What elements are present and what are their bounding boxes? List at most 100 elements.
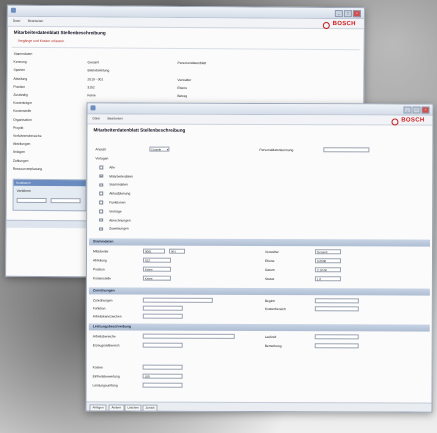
field-input[interactable]: 1.0	[314, 276, 341, 282]
row-value: Gesamt	[87, 60, 100, 65]
field-input[interactable]: Keine	[142, 275, 171, 281]
personnel-id-label: Personaldatenkennung	[259, 147, 294, 153]
filter-checkbox[interactable]	[99, 191, 103, 196]
row-label: Sparten	[13, 68, 26, 73]
row-label: Zahlungen	[12, 158, 29, 163]
row-label: Organisation	[13, 117, 32, 122]
filter-checkbox[interactable]	[99, 218, 103, 222]
field-input[interactable]	[142, 305, 183, 311]
field-input[interactable]	[314, 306, 359, 312]
field-label: Bemerkung	[264, 344, 282, 349]
app-icon	[90, 105, 96, 111]
side-panel-field-2[interactable]	[50, 198, 81, 204]
window-controls: _ □ ×	[334, 10, 361, 18]
field-label: Zuordnungen	[92, 298, 113, 303]
delete-button[interactable]: Löschen	[124, 404, 142, 412]
row-value: 2019 - 001	[87, 76, 104, 82]
menu-edit[interactable]: Bearbeiten	[26, 19, 45, 24]
field-input[interactable]: 0001	[143, 248, 166, 254]
view-select[interactable]: Einzeln	[149, 146, 170, 152]
filter-label: Mitarbeiterdaten	[109, 174, 134, 179]
side-panel: Funktionen Verfahren	[12, 178, 87, 212]
row-value: Personendatenblatt	[177, 61, 207, 66]
field-label: Funktion	[92, 306, 106, 311]
section-header-master-data: Stammdaten	[89, 238, 431, 247]
row-label: Anlagen	[12, 150, 26, 155]
menu-file[interactable]: Datei	[90, 116, 101, 121]
field-input[interactable]: Gesamt	[315, 249, 342, 255]
filter-checkbox[interactable]	[99, 209, 103, 214]
filter-label: Ablaufplanung	[109, 191, 131, 196]
row-value: Betriebsleitung	[87, 68, 110, 73]
bosch-logo-icon	[322, 21, 330, 30]
minimize-button[interactable]: _	[334, 10, 343, 18]
back-button[interactable]: Zurück	[142, 404, 158, 412]
field-label: Mitarbeiter	[93, 249, 109, 254]
edit-button[interactable]: Ändern	[108, 403, 125, 412]
filter-checkbox[interactable]: ×	[99, 174, 103, 178]
row-value: 3152	[87, 85, 95, 90]
status-bar: Anlegen Ändern Löschen Zurück	[86, 401, 432, 412]
field-input[interactable]	[142, 313, 183, 319]
row-label: Zuständig	[13, 92, 28, 97]
row-label: Ressourcenplanung	[12, 166, 43, 171]
minimize-button[interactable]: _	[403, 106, 412, 114]
side-panel-item[interactable]: Verfahren	[17, 189, 31, 193]
field-input[interactable]	[142, 342, 183, 348]
filter-label: Funktionen	[109, 200, 126, 205]
field-label: Arbeitskennzeichen	[92, 314, 122, 319]
section-header-description: Leistungsbeschreibung	[88, 323, 430, 332]
field-input[interactable]: Keine	[142, 266, 171, 272]
subtitle[interactable]: Vorgänge und Kosten erfassen	[18, 39, 65, 43]
field-input[interactable]: 012	[142, 257, 171, 263]
filter-label: Zuweisungen	[109, 226, 129, 231]
field-input[interactable]: 2.10.06	[314, 267, 341, 273]
brand-logo: BOSCH	[401, 117, 425, 124]
field-label: Kostenbereich	[264, 307, 286, 312]
field-input-2[interactable]: 001	[169, 248, 186, 254]
row-label: Kennung	[13, 59, 27, 65]
field-input[interactable]: 100	[142, 373, 183, 379]
field-label: Kosten	[92, 365, 103, 370]
filter-checkbox[interactable]	[99, 165, 103, 170]
side-panel-title: Funktionen	[13, 179, 86, 187]
row-value: Keine	[87, 93, 96, 98]
field-input[interactable]: 0.0000	[314, 258, 341, 264]
view-label: Ansicht	[95, 147, 107, 152]
row-label: Verfahrensbereiche	[13, 133, 42, 138]
app-icon	[10, 7, 16, 13]
field-input[interactable]	[142, 364, 183, 370]
field-input[interactable]	[142, 297, 213, 304]
field-input[interactable]	[314, 298, 359, 304]
divider	[11, 46, 360, 51]
create-button[interactable]: Anlegen	[89, 403, 107, 411]
field-label: Verwalter	[265, 250, 279, 255]
filter-checkbox[interactable]	[99, 200, 103, 205]
field-input[interactable]	[314, 334, 359, 340]
field-label: Erzeugnis/Bereich	[92, 343, 120, 348]
page-title: Mitarbeiterdatenblatt Stellenbeschreibun…	[13, 29, 106, 36]
maximize-button[interactable]: □	[343, 10, 352, 18]
personnel-id-input[interactable]	[323, 147, 370, 153]
field-input[interactable]	[314, 343, 359, 349]
front-window: _ □ × Datei Bearbeiten BOSCH Mitarbeiter…	[85, 102, 434, 413]
row-label: Kostenträger	[13, 100, 33, 106]
back-toolbar: Datei Bearbeiten BOSCH	[7, 16, 364, 30]
bosch-logo-icon	[391, 118, 399, 126]
menu-edit[interactable]: Bearbeiten	[105, 116, 124, 121]
field-label: Datum	[264, 268, 275, 273]
field-input[interactable]	[142, 382, 183, 388]
front-toolbar: Datei Bearbeiten BOSCH	[87, 114, 433, 126]
field-input[interactable]	[142, 333, 235, 340]
row-label: Abteilungen	[12, 141, 31, 147]
row-value: Ebene	[177, 85, 187, 90]
brand-logo: BOSCH	[332, 21, 356, 28]
maximize-button[interactable]: □	[412, 106, 421, 114]
close-button[interactable]: ×	[352, 10, 361, 18]
row-value: Betrag	[177, 93, 188, 99]
menu-file[interactable]: Datei	[11, 19, 22, 24]
close-button[interactable]: ×	[421, 106, 430, 114]
side-panel-field[interactable]	[16, 197, 47, 204]
filter-checkbox[interactable]	[99, 227, 103, 231]
filter-checkbox[interactable]	[99, 183, 103, 187]
